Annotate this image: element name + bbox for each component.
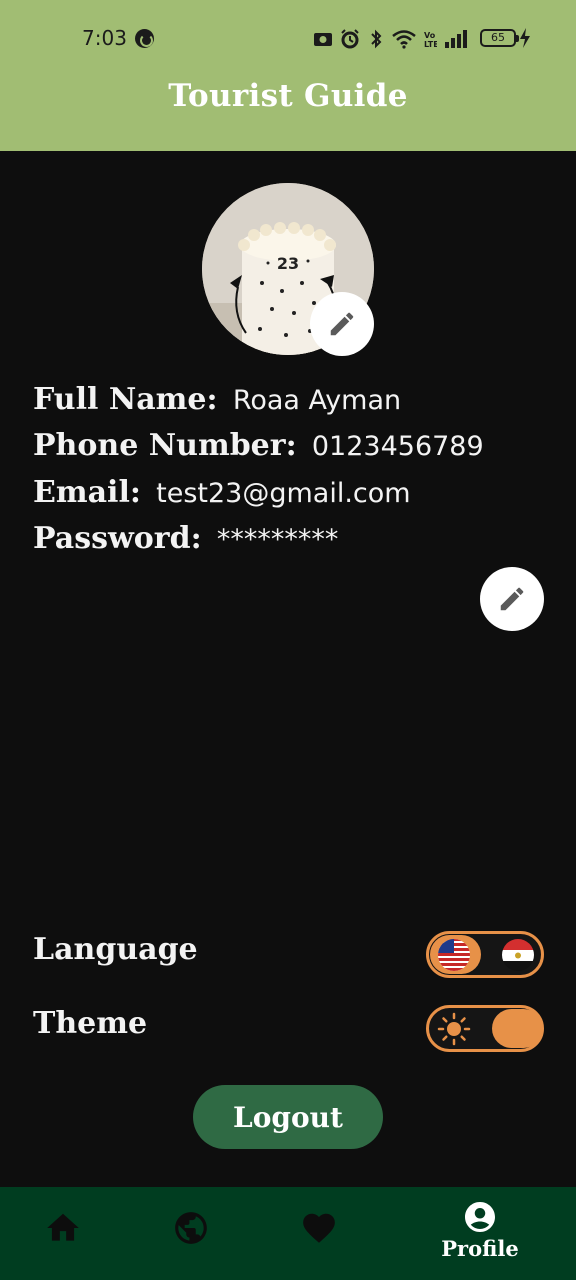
wifi-icon — [392, 30, 416, 49]
theme-toggle[interactable] — [426, 1005, 544, 1052]
egypt-flag-icon — [502, 939, 534, 971]
alarm-icon — [341, 29, 359, 49]
full-name-row: Full Name: Roaa Ayman — [33, 382, 401, 417]
moon-icon — [510, 1016, 523, 1042]
signal-icon — [445, 30, 467, 48]
globe-icon — [175, 1212, 207, 1244]
phone-label: Phone Number: — [33, 428, 297, 463]
bottom-nav: Profile — [0, 1187, 576, 1280]
pencil-icon — [500, 587, 524, 611]
status-time: 7:03 — [82, 26, 127, 50]
phone-row: Phone Number: 0123456789 — [33, 428, 484, 463]
avatar-caption: 23 — [277, 254, 299, 273]
app-bar: 7:03 Vo LTE 65 Tourist Guide — [0, 0, 576, 151]
password-label: Password: — [33, 521, 202, 556]
sun-icon — [437, 1012, 471, 1046]
nav-favorites[interactable] — [300, 1209, 338, 1247]
home-icon — [47, 1213, 79, 1241]
camera-status-icon — [314, 33, 332, 46]
pencil-icon — [330, 312, 354, 336]
nav-profile-label: Profile — [441, 1236, 519, 1261]
nav-profile[interactable]: Profile — [438, 1199, 522, 1261]
edit-avatar-button[interactable] — [310, 292, 374, 356]
full-name-label: Full Name: — [33, 382, 218, 417]
heart-icon — [303, 1213, 335, 1243]
full-name-value: Roaa Ayman — [232, 385, 402, 416]
app-title: Tourist Guide — [168, 78, 408, 114]
phone-value: 0123456789 — [311, 431, 484, 462]
charging-icon — [520, 28, 530, 48]
language-toggle[interactable] — [426, 931, 544, 978]
nav-home[interactable] — [44, 1209, 82, 1247]
volte-icon: Vo LTE — [424, 31, 437, 49]
email-row: Email: test23@gmail.com — [33, 475, 411, 510]
svg-text:LTE: LTE — [424, 40, 437, 49]
password-value: ********* — [216, 524, 339, 555]
account-circle-icon — [465, 1202, 495, 1232]
svg-text:Vo: Vo — [424, 31, 436, 40]
language-label: Language — [33, 932, 198, 967]
us-flag-icon — [438, 939, 470, 971]
edit-profile-button[interactable] — [480, 567, 544, 631]
email-value: test23@gmail.com — [156, 478, 411, 509]
email-label: Email: — [33, 475, 141, 510]
status-icons: Vo LTE — [313, 26, 468, 52]
status-notification-icon — [135, 29, 154, 48]
logout-button[interactable]: Logout — [193, 1085, 383, 1149]
theme-label: Theme — [33, 1006, 148, 1041]
bluetooth-icon — [371, 29, 382, 49]
password-row: Password: ********* — [33, 521, 338, 556]
battery-level: 65 — [491, 31, 505, 44]
nav-explore[interactable] — [172, 1209, 210, 1247]
battery-icon: 65 — [480, 29, 519, 47]
